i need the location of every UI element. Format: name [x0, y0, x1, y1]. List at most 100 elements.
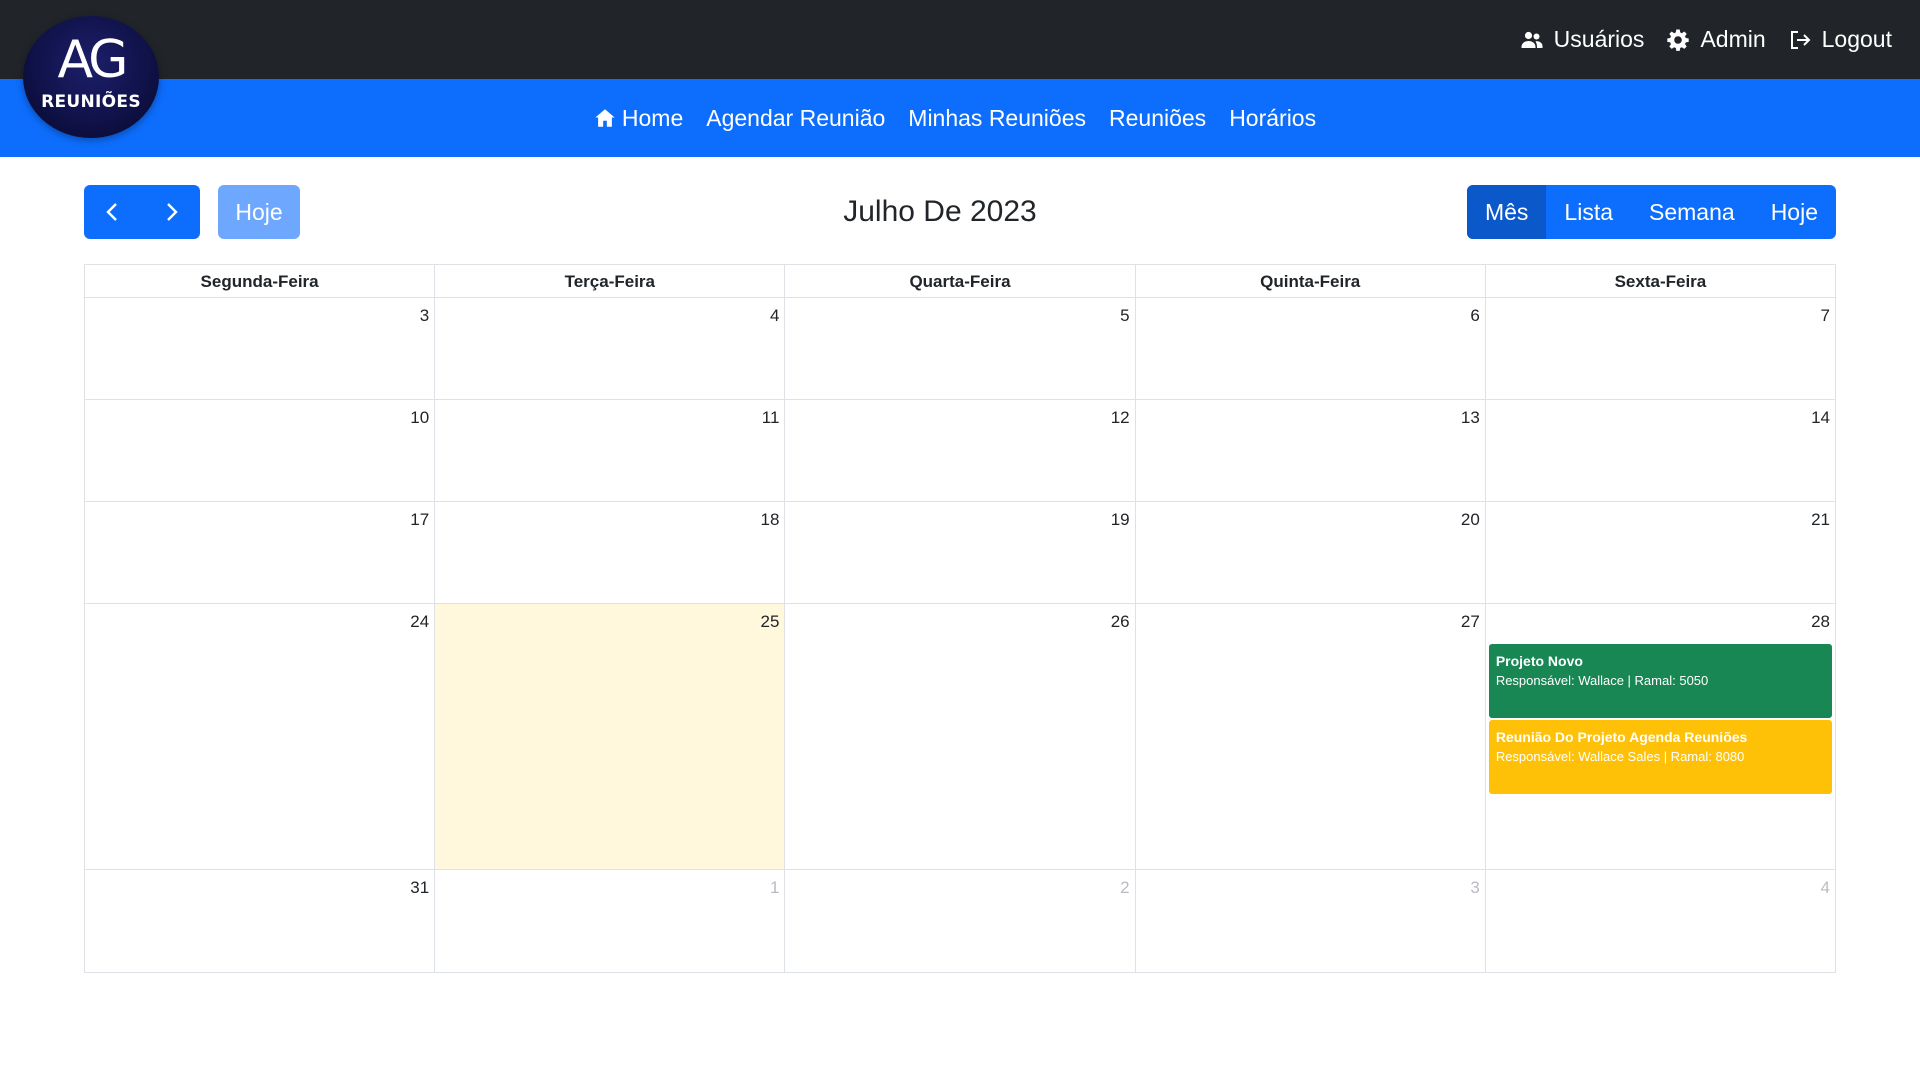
nav-reunioes[interactable]: Reuniões: [1109, 105, 1206, 132]
view-list-button[interactable]: Lista: [1546, 185, 1631, 239]
week-row: 17 18 19 20 21: [85, 502, 1835, 604]
day-cell-other-month[interactable]: 1: [435, 870, 786, 972]
day-cell[interactable]: 5: [785, 298, 1136, 399]
day-cell-other-month[interactable]: 3: [1136, 870, 1486, 972]
nav-agendar-reuniao-label: Agendar Reunião: [706, 104, 886, 131]
day-number: 14: [1811, 408, 1831, 427]
logo-mark: AG: [57, 30, 129, 90]
day-cell-today[interactable]: 25: [435, 604, 786, 869]
nav-agendar-reuniao[interactable]: Agendar Reunião: [706, 105, 885, 132]
day-number: 20: [1460, 510, 1480, 529]
day-number: 17: [410, 510, 430, 529]
weekday-thursday: Quinta-Feira: [1136, 265, 1486, 297]
app-logo[interactable]: AG REUNIÕES: [23, 16, 159, 138]
admin-link-label: Admin: [1700, 26, 1766, 52]
nav-reunioes-label: Reuniões: [1109, 104, 1207, 131]
day-cell-other-month[interactable]: 4: [1486, 870, 1835, 972]
users-icon: [1521, 31, 1543, 48]
nav-horarios[interactable]: Horários: [1229, 105, 1316, 132]
nav-minhas-reunioes-label: Minhas Reuniões: [908, 104, 1086, 131]
week-row: 10 11 12 13 14: [85, 400, 1835, 502]
day-number: 21: [1811, 510, 1831, 529]
day-cell[interactable]: 28 Projeto Novo Responsável: Wallace | R…: [1486, 604, 1835, 869]
day-number: 12: [1110, 408, 1130, 427]
day-number: 5: [1120, 306, 1130, 325]
day-number: 7: [1820, 306, 1831, 325]
day-number: 4: [769, 306, 780, 325]
day-number: 10: [410, 408, 430, 427]
day-cell[interactable]: 27: [1136, 604, 1486, 869]
weekday-friday: Sexta-Feira: [1614, 272, 1707, 291]
day-cell[interactable]: 21: [1486, 502, 1835, 603]
day-cell[interactable]: 13: [1136, 400, 1486, 501]
event-subtitle: Responsável: Wallace | Ramal: 5050: [1495, 673, 1709, 688]
calendar-toolbar: Hoje Julho De 2023 Mês Lista Semana Hoje: [84, 185, 1836, 239]
day-cell[interactable]: 14: [1486, 400, 1835, 501]
day-cell[interactable]: 24: [85, 604, 436, 869]
view-week-button[interactable]: Semana: [1631, 185, 1753, 239]
day-cell[interactable]: 12: [785, 400, 1136, 501]
logout-icon: [1790, 30, 1811, 49]
top-user-menu: Usuários Admin Logout: [1520, 0, 1892, 79]
weekday-tuesday: Terça-Feira: [435, 265, 786, 297]
day-cell[interactable]: 18: [435, 502, 786, 603]
nav-horarios-label: Horários: [1229, 104, 1317, 131]
day-number: 2: [1120, 878, 1130, 897]
nav-home[interactable]: Home: [594, 105, 683, 132]
nav-home-label: Home: [621, 104, 684, 131]
day-number: 19: [1110, 510, 1130, 529]
day-number: 27: [1460, 612, 1480, 631]
day-number: 6: [1470, 306, 1480, 325]
day-cell[interactable]: 10: [85, 400, 436, 501]
day-number: 3: [1470, 878, 1480, 897]
weekday-monday: Segunda-Feira: [85, 265, 436, 297]
logout-link[interactable]: Logout: [1788, 26, 1892, 53]
day-number: 11: [761, 408, 780, 427]
users-link[interactable]: Usuários: [1520, 26, 1645, 53]
gear-icon: [1667, 29, 1690, 51]
day-number: 26: [1110, 612, 1130, 631]
day-cell[interactable]: 26: [785, 604, 1136, 869]
day-number: 25: [760, 612, 780, 631]
nav-minhas-reunioes[interactable]: Minhas Reuniões: [908, 105, 1086, 132]
logo-text: REUNIÕES: [41, 92, 141, 112]
event-title: Reunião Do Projeto Agenda Reuniões: [1495, 729, 1748, 745]
users-link-label: Usuários: [1553, 26, 1645, 52]
day-number: 1: [769, 878, 780, 897]
day-number: 24: [410, 612, 430, 631]
weekday-wednesday: Quarta-Feira: [785, 265, 1136, 297]
event-reuniao-projeto[interactable]: Reunião Do Projeto Agenda Reuniões Respo…: [1488, 720, 1833, 794]
weekday-header: Segunda-Feira Terça-Feira Quarta-Feira Q…: [85, 265, 1835, 298]
day-number: 13: [1460, 408, 1480, 427]
week-row: 31 1 2 3 4: [85, 870, 1835, 972]
day-number: 3: [419, 306, 430, 325]
admin-link[interactable]: Admin: [1666, 26, 1766, 53]
day-cell[interactable]: 11: [435, 400, 786, 501]
day-number: 28: [1811, 612, 1831, 631]
top-bar: Usuários Admin Logout: [0, 0, 1920, 79]
event-projeto-novo[interactable]: Projeto Novo Responsável: Wallace | Rama…: [1488, 644, 1833, 718]
view-switcher: Mês Lista Semana Hoje: [1466, 185, 1836, 239]
day-cell-other-month[interactable]: 2: [785, 870, 1136, 972]
week-row: 24 25 26 27 28 Projeto Novo Responsável:…: [85, 604, 1835, 870]
day-cell[interactable]: 4: [435, 298, 786, 399]
view-month-button[interactable]: Mês: [1466, 185, 1547, 239]
day-cell[interactable]: 7: [1486, 298, 1835, 399]
main-navbar: Home Agendar Reunião Minhas Reuniões Reu…: [0, 79, 1920, 157]
day-cell[interactable]: 20: [1136, 502, 1486, 603]
day-number: 18: [760, 510, 780, 529]
day-cell[interactable]: 6: [1136, 298, 1486, 399]
day-number: 31: [410, 878, 430, 897]
week-row: 3 4 5 6 7: [85, 298, 1835, 400]
view-today-button[interactable]: Hoje: [1753, 185, 1836, 239]
day-cell[interactable]: 19: [785, 502, 1136, 603]
day-number: 4: [1820, 878, 1831, 897]
day-cell[interactable]: 3: [85, 298, 436, 399]
day-cell[interactable]: 17: [85, 502, 436, 603]
day-cell[interactable]: 31: [85, 870, 436, 972]
month-calendar: Segunda-Feira Terça-Feira Quarta-Feira Q…: [84, 264, 1836, 973]
nav-links: Home Agendar Reunião Minhas Reuniões Reu…: [0, 79, 1920, 157]
logout-link-label: Logout: [1821, 26, 1892, 52]
event-subtitle: Responsável: Wallace Sales | Ramal: 8080: [1495, 749, 1745, 764]
event-title: Projeto Novo: [1495, 653, 1583, 669]
